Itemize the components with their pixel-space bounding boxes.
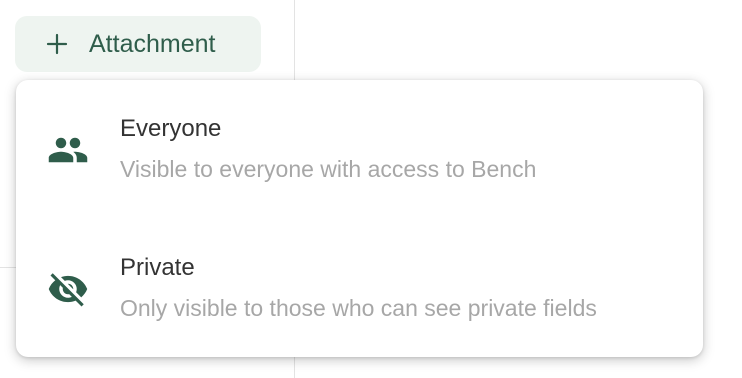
menu-item-private-title: Private: [120, 254, 195, 281]
add-attachment-button[interactable]: Attachment: [15, 16, 261, 72]
menu-item-private-description: Only visible to those who can see privat…: [120, 295, 597, 321]
menu-item-everyone-title: Everyone: [120, 115, 222, 142]
group-icon: [48, 137, 88, 163]
menu-item-private[interactable]: Private Only visible to those who can se…: [16, 219, 703, 357]
menu-item-everyone-description: Visible to everyone with access to Bench: [120, 156, 537, 182]
visibility-menu: Everyone Visible to everyone with access…: [16, 80, 703, 357]
eye-off-icon: [48, 273, 88, 307]
plus-icon: [46, 33, 68, 55]
menu-item-everyone[interactable]: Everyone Visible to everyone with access…: [16, 80, 703, 218]
add-attachment-label: Attachment: [89, 29, 216, 58]
